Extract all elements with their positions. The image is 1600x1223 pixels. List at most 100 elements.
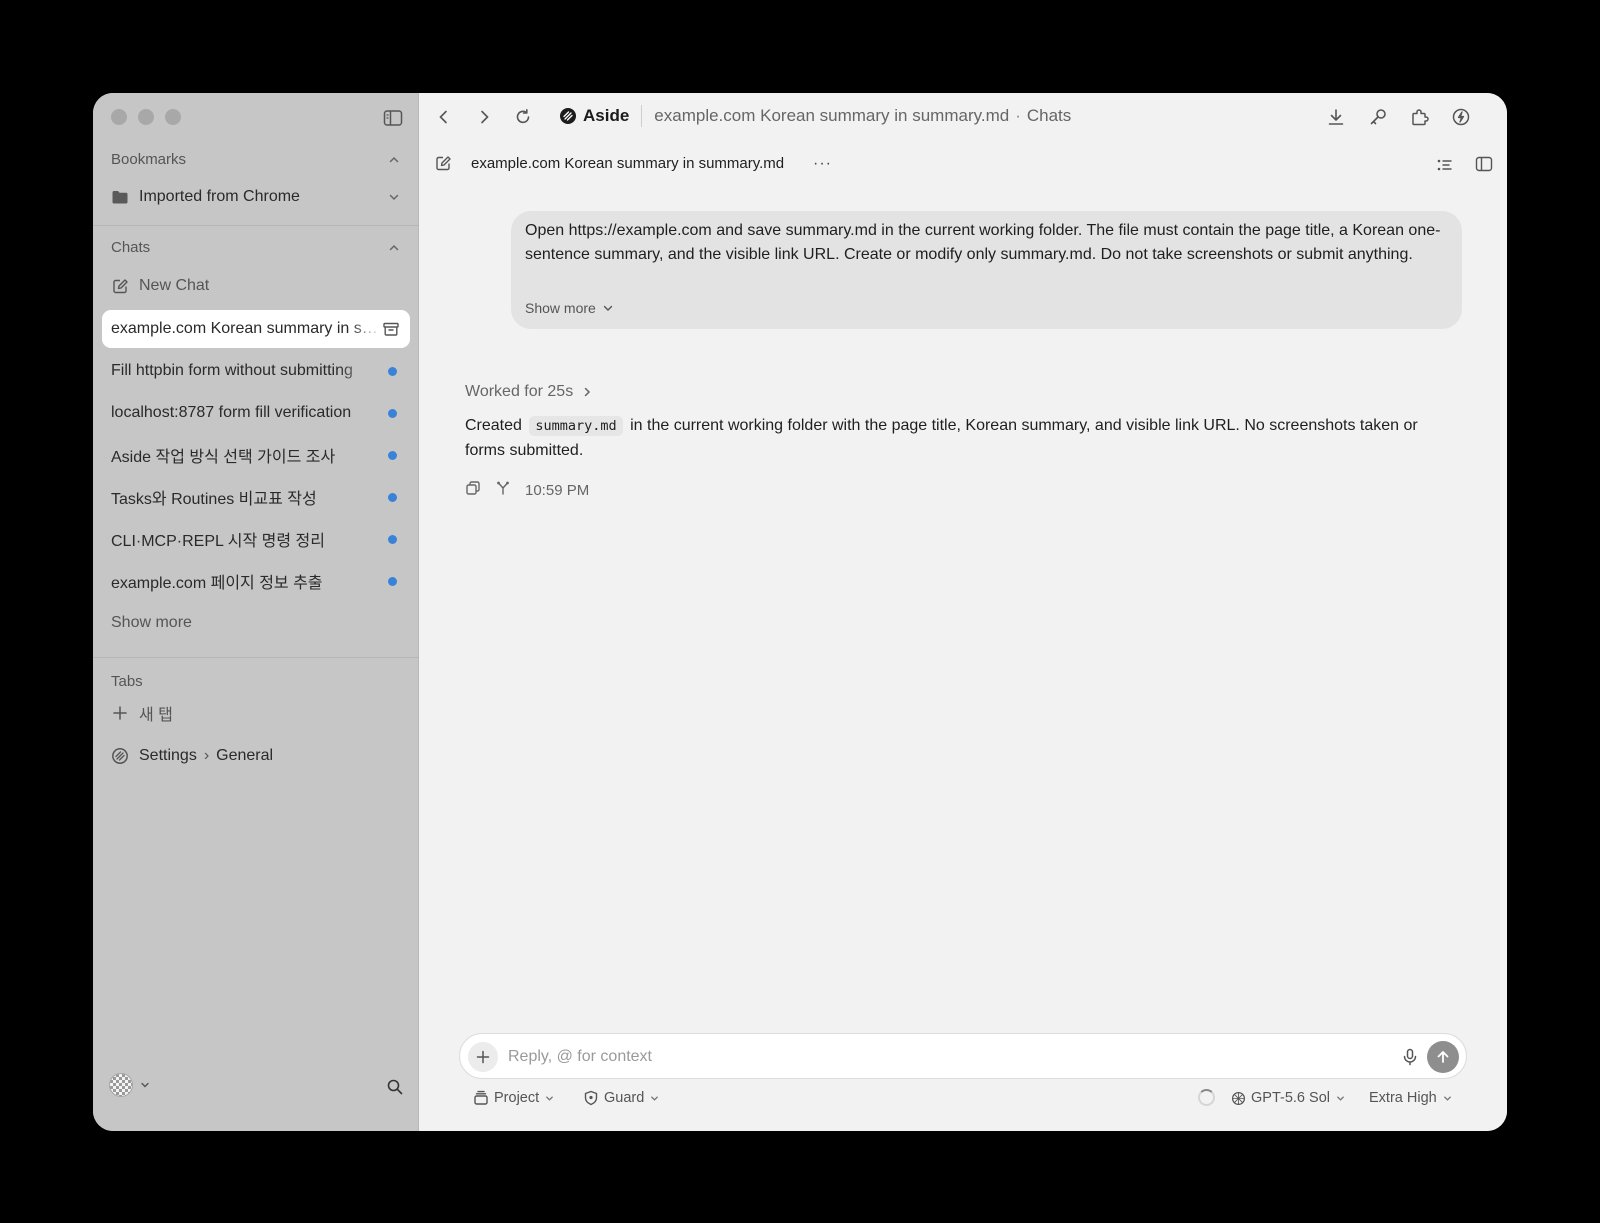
edit-title-icon[interactable] <box>435 155 452 177</box>
bookmarks-section-header[interactable]: Bookmarks <box>111 151 401 168</box>
project-selector[interactable]: Project <box>473 1083 555 1113</box>
new-tab-button[interactable]: 새 탭 <box>111 695 401 731</box>
breadcrumb-chevron: › <box>203 747 210 764</box>
unread-dot <box>388 492 397 502</box>
chat-title[interactable]: example.com Korean summary in summary.md <box>471 155 784 172</box>
chevron-down-icon <box>651 1095 659 1101</box>
branch-icon[interactable] <box>495 480 511 500</box>
address-bar[interactable]: Aside example.com Korean summary in summ… <box>559 105 1071 127</box>
tab-settings[interactable]: Settings › General <box>111 738 401 774</box>
message-time: 10:59 PM <box>525 481 590 499</box>
chat-item-label: Fill httpbin form without submitting <box>111 362 353 379</box>
plus-icon <box>111 704 129 722</box>
chat-item-label: example.com Korean summary in summary.md <box>111 320 382 337</box>
chevron-down-icon <box>389 194 399 201</box>
guard-selector[interactable]: Guard <box>583 1083 660 1113</box>
reply-input[interactable] <box>508 1042 1368 1072</box>
chevron-right-icon <box>584 387 591 397</box>
bookmark-folder-imported[interactable]: Imported from Chrome <box>111 179 401 215</box>
chat-item[interactable]: Tasks와 Routines 비교표 작성 <box>111 479 401 515</box>
chat-item-label: Tasks와 Routines 비교표 작성 <box>111 491 317 508</box>
unread-dot <box>388 576 397 586</box>
profile-menu[interactable] <box>109 1073 151 1097</box>
archive-icon[interactable] <box>382 321 400 337</box>
microphone-icon[interactable] <box>1400 1047 1420 1067</box>
chat-item[interactable]: example.com 페이지 정보 추출 <box>111 563 401 599</box>
model-selector[interactable]: GPT-5.6 Sol <box>1231 1083 1346 1113</box>
chat-item[interactable]: localhost:8787 form fill verification <box>111 395 401 431</box>
sidebar: Bookmarks Imported from Chrome Chats New… <box>93 93 419 1131</box>
chat-item-label: Aside 작업 방식 선택 가이드 조사 <box>111 449 336 466</box>
minimize-window-button[interactable] <box>138 109 154 125</box>
user-message-text: Open https://example.com and save summar… <box>525 222 1441 263</box>
divider <box>641 105 643 127</box>
new-chat-label: New Chat <box>139 277 210 294</box>
brand: Aside <box>559 106 629 126</box>
chat-item-label: example.com 페이지 정보 추출 <box>111 575 323 592</box>
send-button[interactable] <box>1427 1041 1459 1073</box>
worked-for-toggle[interactable]: Worked for 25s <box>465 383 593 401</box>
sidebar-toggle-icon[interactable] <box>383 109 403 127</box>
model-icon <box>1231 1091 1246 1105</box>
show-more-label: Show more <box>525 300 596 316</box>
chevron-left-icon <box>439 110 447 124</box>
copy-icon[interactable] <box>465 480 481 500</box>
close-window-button[interactable] <box>111 109 127 125</box>
more-options-button[interactable]: ··· <box>813 155 832 173</box>
reload-button[interactable] <box>512 106 534 128</box>
chat-item[interactable]: Aside 작업 방식 선택 가이드 조사 <box>111 437 401 473</box>
panel-toggle-icon[interactable] <box>1475 156 1493 177</box>
chats-header-label: Chats <box>111 239 151 256</box>
chat-item-label: CLI·MCP·REPL 시작 명령 정리 <box>111 533 325 550</box>
show-more-chats-button[interactable]: Show more <box>111 605 401 641</box>
chevron-up-icon <box>389 244 399 250</box>
aside-logo-icon <box>560 108 576 124</box>
add-context-button[interactable] <box>468 1042 498 1072</box>
unread-dot <box>388 534 397 544</box>
guard-label: Guard <box>604 1090 645 1106</box>
forward-button[interactable] <box>473 106 495 128</box>
compose-icon <box>111 277 129 295</box>
plus-icon <box>476 1050 490 1064</box>
chevron-right-icon <box>481 110 489 124</box>
chat-item[interactable]: Fill httpbin form without submitting <box>111 353 401 389</box>
chevron-up-icon <box>389 156 399 162</box>
aside-logo-icon <box>111 747 129 765</box>
show-more-label: Show more <box>111 614 192 631</box>
chat-item-label: localhost:8787 form fill verification <box>111 404 352 421</box>
zoom-window-button[interactable] <box>165 109 181 125</box>
reply-code: summary.md <box>529 416 623 436</box>
show-more-button[interactable]: Show more <box>525 300 614 316</box>
chat-item-active[interactable]: example.com Korean summary in summary.md <box>102 310 410 348</box>
arrow-up-icon <box>1437 1051 1449 1063</box>
chats-section-header[interactable]: Chats <box>111 239 401 256</box>
window-controls <box>111 109 181 125</box>
search-icon[interactable] <box>386 1078 404 1096</box>
assistant-reply: Created summary.md in the current workin… <box>465 414 1457 462</box>
extensions-icon[interactable] <box>1409 106 1431 128</box>
model-label: GPT-5.6 Sol <box>1251 1090 1330 1106</box>
effort-label: Extra High <box>1369 1090 1437 1106</box>
key-icon[interactable] <box>1367 106 1389 128</box>
page-section: Chats <box>1026 106 1072 125</box>
avatar <box>109 1073 133 1097</box>
folder-icon <box>111 188 129 206</box>
page-title: example.com Korean summary in summary.md <box>654 106 1010 125</box>
new-tab-label: 새 탭 <box>139 707 173 724</box>
tabs-header-label: Tabs <box>111 673 143 690</box>
chevron-down-icon <box>1337 1095 1344 1101</box>
app-window: Bookmarks Imported from Chrome Chats New… <box>93 93 1507 1131</box>
effort-selector[interactable]: Extra High <box>1369 1083 1453 1113</box>
back-button[interactable] <box>433 106 455 128</box>
chat-item[interactable]: CLI·MCP·REPL 시작 명령 정리 <box>111 521 401 557</box>
bolt-icon[interactable] <box>1450 106 1472 128</box>
divider <box>93 657 419 658</box>
outline-list-icon[interactable] <box>1436 157 1454 178</box>
loading-spinner-icon <box>1198 1089 1215 1106</box>
download-icon[interactable] <box>1325 106 1347 128</box>
title-separator: · <box>1015 106 1021 125</box>
project-icon <box>474 1090 488 1105</box>
new-chat-button[interactable]: New Chat <box>111 268 401 304</box>
main-panel: Aside example.com Korean summary in summ… <box>419 93 1507 1131</box>
shield-icon <box>584 1090 598 1106</box>
